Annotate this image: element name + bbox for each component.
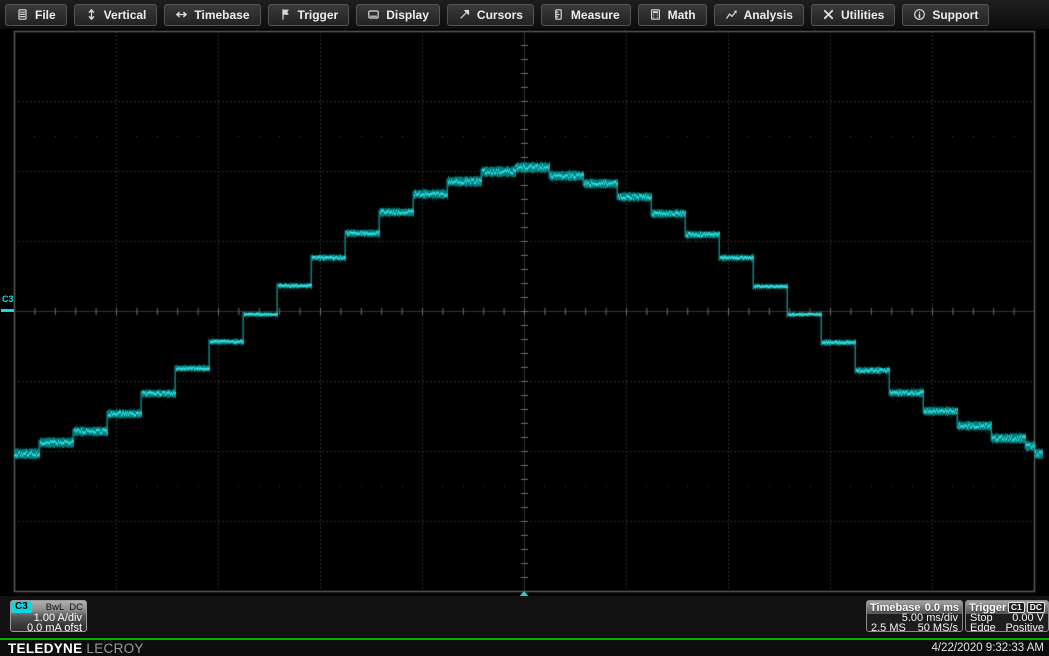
- math-icon: [649, 8, 662, 21]
- measure-icon: [552, 8, 565, 21]
- menu-button-analysis[interactable]: Analysis: [714, 4, 804, 26]
- menu-button-measure[interactable]: Measure: [541, 4, 631, 26]
- menu-label: Math: [668, 8, 696, 22]
- timebase-icon: [175, 8, 188, 21]
- menu-label: Cursors: [477, 8, 523, 22]
- status-bar: C3 BwLDC 1.00 A/div 0.0 mA ofst Timebase…: [0, 596, 1049, 637]
- menu-label: Support: [932, 8, 978, 22]
- menu-label: Timebase: [194, 8, 249, 22]
- menu-label: Analysis: [744, 8, 793, 22]
- waveform-canvas: [0, 0, 1049, 600]
- trigger-descriptor[interactable]: Trigger C1 DC Stop0.00 V EdgePositive: [965, 600, 1049, 632]
- menu-bar: File Vertical Timebase Trigger Display C…: [0, 0, 1049, 29]
- support-icon: [913, 8, 926, 21]
- footer-bar: TELEDYNELECROY 4/22/2020 9:32:33 AM: [0, 640, 1049, 656]
- channel-trace-label: C3: [2, 294, 14, 304]
- timebase-rate: 50 MS/s: [918, 624, 958, 633]
- display-icon: [367, 8, 380, 21]
- menu-button-file[interactable]: File: [5, 4, 67, 26]
- analysis-icon: [725, 8, 738, 21]
- trigger-type: Edge: [970, 624, 996, 633]
- menu-label: Trigger: [298, 8, 339, 22]
- cursors-icon: [458, 8, 471, 21]
- timebase-samples: 2.5 MS: [871, 624, 906, 633]
- channel-offset-marker[interactable]: [1, 309, 14, 312]
- channel-descriptor-c3[interactable]: C3 BwLDC 1.00 A/div 0.0 mA ofst: [10, 600, 87, 632]
- datetime-stamp: 4/22/2020 9:32:33 AM: [931, 642, 1044, 654]
- menu-label: File: [35, 8, 56, 22]
- brand-logo: TELEDYNELECROY: [8, 641, 144, 656]
- menu-button-math[interactable]: Math: [638, 4, 707, 26]
- menu-label: Vertical: [104, 8, 147, 22]
- vertical-icon: [85, 8, 98, 21]
- menu-button-vertical[interactable]: Vertical: [74, 4, 158, 26]
- menu-label: Measure: [571, 8, 620, 22]
- menu-button-utilities[interactable]: Utilities: [811, 4, 895, 26]
- menu-button-display[interactable]: Display: [356, 4, 440, 26]
- menu-button-cursors[interactable]: Cursors: [447, 4, 534, 26]
- file-icon: [16, 8, 29, 21]
- menu-label: Utilities: [841, 8, 884, 22]
- channel-offset: 0.0 mA ofst: [11, 623, 86, 632]
- menu-button-timebase[interactable]: Timebase: [164, 4, 260, 26]
- trigger-slope: Positive: [1005, 624, 1044, 633]
- utilities-icon: [822, 8, 835, 21]
- menu-label: Display: [386, 8, 429, 22]
- menu-button-support[interactable]: Support: [902, 4, 989, 26]
- menu-button-trigger[interactable]: Trigger: [268, 4, 350, 26]
- channel-badge: C3: [11, 601, 32, 613]
- trigger-icon: [279, 8, 292, 21]
- timebase-descriptor[interactable]: Timebase 0.0 ms 5.00 ms/div 2.5 MS50 MS/…: [866, 600, 963, 632]
